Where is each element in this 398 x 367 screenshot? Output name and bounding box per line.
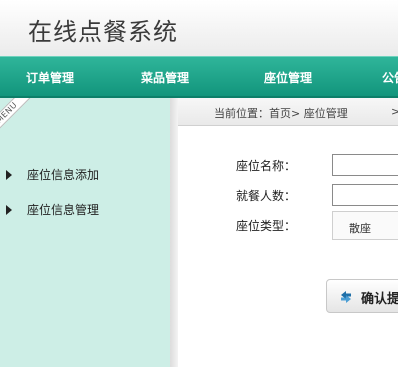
breadcrumb-separator: > [391,105,398,118]
seat-type-select[interactable]: 散座 [332,211,398,240]
sidebar-item-label: 座位信息添加 [27,168,100,182]
seat-name-input[interactable] [332,154,398,176]
nav-item-orders[interactable]: 订单管理 [26,69,74,86]
breadcrumb-path: 当前位置：首页> 座位管理 [214,107,348,120]
nav-item-dishes[interactable]: 菜品管理 [141,69,189,86]
sidebar: MENU 座位信息添加 座位信息管理 [0,98,170,367]
seat-name-label: 座位名称： [236,159,297,173]
capacity-input[interactable] [332,184,398,206]
nav-item-seats[interactable]: 座位管理 [264,69,312,86]
seat-type-label: 座位类型： [236,219,297,233]
menu-ribbon: MENU [0,98,42,146]
menu-ribbon-label: MENU [0,98,36,142]
sidebar-item-manage-seats[interactable]: 座位信息管理 [6,201,99,218]
app-title: 在线点餐系统 [28,18,178,46]
confirm-button[interactable]: 确认提交 [326,279,398,313]
header: 在线点餐系统 [0,0,398,56]
sidebar-item-label: 座位信息管理 [27,203,100,217]
seat-type-value: 散座 [349,222,371,235]
top-nav: 订单管理 菜品管理 座位管理 公告管理 [0,56,398,98]
sidebar-divider [170,98,178,367]
confirm-button-label: 确认提交 [361,292,398,307]
triangle-right-icon [6,204,12,215]
triangle-right-icon [6,169,12,180]
breadcrumb: 当前位置：首页> 座位管理 > [178,98,398,126]
sidebar-item-add-seat[interactable]: 座位信息添加 [6,166,99,183]
capacity-label: 就餐人数： [236,189,297,203]
nav-item-notices[interactable]: 公告管理 [382,69,398,86]
save-arrows-icon [341,291,351,303]
